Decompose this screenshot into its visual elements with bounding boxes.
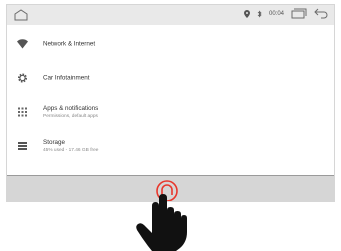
settings-item-network[interactable]: Network & Internet bbox=[7, 27, 334, 61]
wifi-icon bbox=[17, 39, 28, 50]
storage-icon bbox=[17, 141, 28, 152]
item-text: Storage 45% used - 17.46 GB free bbox=[43, 138, 98, 154]
item-title: Car Infotainment bbox=[43, 74, 90, 82]
item-text: Apps & notifications Permissions, defaul… bbox=[43, 104, 98, 120]
status-indicators: 00:04 bbox=[243, 8, 328, 19]
item-title: Storage bbox=[43, 139, 66, 146]
settings-item-storage[interactable]: Storage 45% used - 17.46 GB free bbox=[7, 129, 334, 163]
item-title: Apps & notifications bbox=[43, 105, 99, 112]
bluetooth-icon bbox=[257, 10, 262, 18]
status-bar: 00:04 bbox=[7, 5, 334, 25]
status-time: 00:04 bbox=[268, 10, 284, 17]
home-outline-icon[interactable] bbox=[13, 8, 29, 22]
location-icon bbox=[243, 9, 250, 18]
settings-item-car-infotainment[interactable]: Car Infotainment bbox=[7, 61, 334, 95]
recents-icon[interactable] bbox=[291, 8, 307, 19]
item-title: Network & Internet bbox=[43, 40, 96, 48]
pointing-hand-icon bbox=[134, 194, 194, 251]
settings-list: Network & Internet Car Infotainment Apps… bbox=[7, 27, 334, 163]
apps-grid-icon bbox=[17, 107, 28, 118]
item-subtitle: 45% used - 17.46 GB free bbox=[43, 148, 99, 153]
item-text: Network & Internet bbox=[43, 40, 95, 49]
item-subtitle: Permissions, default apps bbox=[43, 114, 98, 119]
device-screen: 00:04 Network & Internet Car Infotainmen… bbox=[6, 4, 335, 202]
back-icon[interactable] bbox=[314, 8, 328, 19]
item-text: Car Infotainment bbox=[43, 74, 90, 83]
settings-item-apps[interactable]: Apps & notifications Permissions, defaul… bbox=[7, 95, 334, 129]
gear-icon bbox=[17, 73, 28, 84]
